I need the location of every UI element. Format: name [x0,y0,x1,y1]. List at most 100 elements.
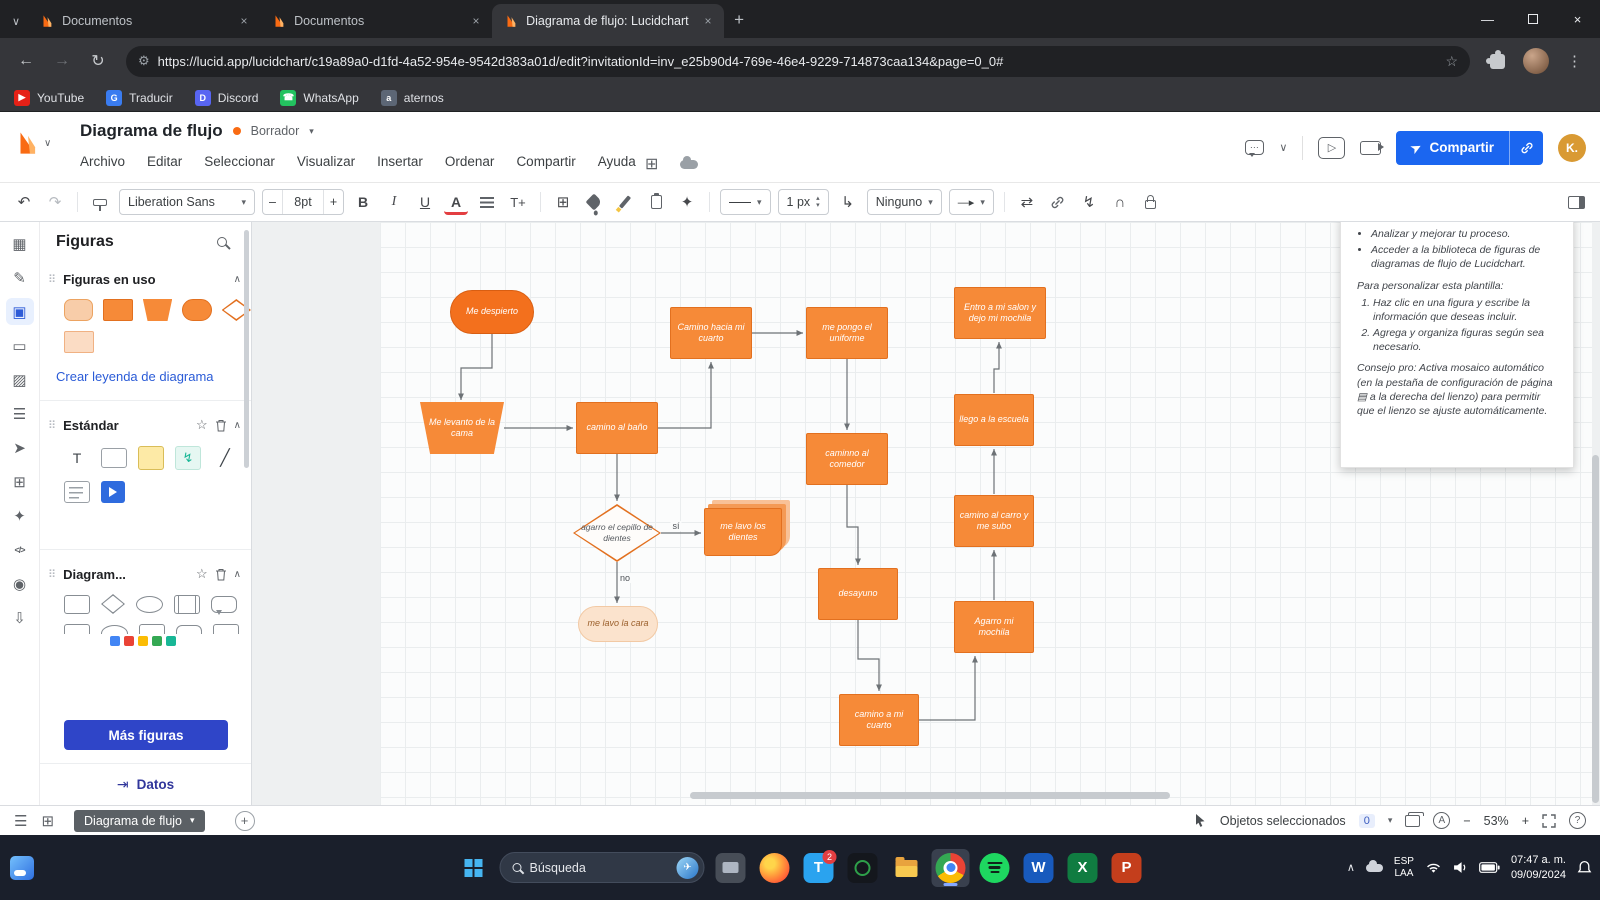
stroke-width-select[interactable]: 1 px ▴▾ [778,189,829,215]
page-list-icon[interactable]: ☰ [14,812,27,830]
language-indicator[interactable]: ESP LAA [1394,856,1414,880]
menu-insertar[interactable]: Insertar [377,154,423,169]
browser-profile-avatar[interactable] [1523,48,1549,74]
shapes-panel-scrollbar[interactable] [244,230,249,468]
menu-seleccionar[interactable]: Seleccionar [204,154,275,169]
shape-chip-rect-orange[interactable] [103,299,132,321]
search-shapes-icon[interactable] [217,237,227,247]
shape-o-rect[interactable] [139,624,165,634]
page-grid-icon[interactable]: ⊞ [41,812,54,830]
share-button[interactable]: ➤ Compartir [1396,131,1509,165]
powerpoint-icon[interactable]: P [1108,849,1146,887]
onedrive-icon[interactable] [1366,864,1383,872]
flow-node-n14[interactable]: llego a la escuela [954,394,1034,446]
section-diagrama-de-flujo[interactable]: ⠿ Diagram... ☆ ∧ [40,556,251,590]
video-icon[interactable] [1360,141,1381,155]
stroke-stepper[interactable]: ▴▾ [816,195,820,209]
zoom-out-button[interactable]: − [1463,814,1470,828]
canvas-hscrollbar[interactable] [690,792,1170,799]
shape-library-icon[interactable] [166,636,176,646]
bookmark-star-icon[interactable]: ☆ [1445,53,1458,70]
flow-node-n4[interactable]: Camino hacia mi cuarto [670,307,752,359]
ink-icon[interactable]: ✎ [6,264,34,291]
drag-handle-icon[interactable]: ⠿ [48,273,56,286]
copy-style-icon[interactable] [644,189,668,215]
shapes-icon[interactable]: ▣ [6,298,34,325]
clock[interactable]: 07:47 a. m. 09/09/2024 [1511,853,1566,882]
collapse-icon[interactable]: ∧ [234,569,241,580]
create-legend-link[interactable]: Crear leyenda de diagrama [40,359,251,394]
site-settings-icon[interactable]: ⚙ [138,53,150,69]
shape-o-rect[interactable] [64,595,90,614]
maximize-button[interactable] [1510,0,1555,38]
flow-node-n9[interactable]: me lavo la cara [578,606,658,642]
wifi-icon[interactable] [1425,861,1442,874]
shape-o-callout[interactable] [211,596,237,613]
firefox-icon[interactable] [756,849,794,887]
search-daily-image[interactable]: ✈ [677,857,699,879]
word-icon[interactable]: W [1020,849,1058,887]
frame-icon[interactable]: ▭ [6,332,34,359]
shape-tile-bolt[interactable]: ↯ [175,446,201,470]
shape-library-icon[interactable] [152,636,162,646]
shape-library-icon[interactable] [124,636,134,646]
font-size-increase[interactable]: + [323,190,343,214]
browser-tab[interactable]: Documentos× [260,4,492,38]
shape-tile-play[interactable] [101,481,125,503]
shape-chip-stadium[interactable] [182,299,211,321]
text-color-button[interactable]: A [444,189,468,215]
shape-chip-rect-tan[interactable] [64,331,94,353]
shape-o-rect[interactable] [213,624,239,634]
hidden-icons-chevron[interactable]: ∧ [1347,861,1355,874]
shape-library-icon[interactable] [110,636,120,646]
bookmark-discord[interactable]: DDiscord [195,90,259,106]
lucidchart-logo[interactable]: ∨ [14,130,51,156]
section-estandar[interactable]: ⠿ Estándar ☆ ∧ [40,407,251,441]
format-painter-icon[interactable] [88,189,112,215]
shape-chip-rounded-tan[interactable] [64,299,93,321]
menu-archivo[interactable]: Archivo [80,154,125,169]
explorer-icon[interactable] [888,849,926,887]
minimize-button[interactable]: — [1465,0,1510,38]
xbox-icon[interactable] [844,849,882,887]
right-panel-toggle-icon[interactable] [1564,189,1588,215]
arrow-end-select[interactable]: —▸ ▾ [949,189,994,215]
actions-icon[interactable]: ↯ [1077,189,1101,215]
line-style-select[interactable]: ▾ [720,189,771,215]
comments-caret-icon[interactable]: ∨ [1279,141,1287,154]
browser-tab[interactable]: Diagrama de flujo: Lucidchart× [492,4,724,38]
shape-chip-trap[interactable] [143,299,172,321]
close-button[interactable]: × [1555,0,1600,38]
collapse-icon[interactable]: ∧ [234,274,241,285]
url-bar[interactable]: ⚙ https://lucid.app/lucidchart/c19a89a0-… [126,46,1470,77]
volume-icon[interactable] [1453,861,1468,874]
flow-node-n3[interactable]: camino al baño [576,402,658,454]
reverse-connection-icon[interactable]: ⇄ [1015,189,1039,215]
undo-icon[interactable]: ↶ [12,189,36,215]
browser-menu-icon[interactable]: ⋮ [1561,52,1588,70]
drag-handle-icon[interactable]: ⠿ [48,419,56,432]
desktop-app-icon[interactable] [712,849,750,887]
shape-o-diamond[interactable] [101,594,125,614]
objects-caret-icon[interactable]: ▾ [1388,815,1393,826]
font-size-value[interactable]: 8pt [283,190,323,214]
copy-link-button[interactable] [1509,131,1543,165]
image-icon[interactable]: ▨ [6,366,34,393]
menu-compartir[interactable]: Compartir [516,154,575,169]
font-size-decrease[interactable]: – [263,190,283,214]
magnetize-icon[interactable]: ∩ [1108,189,1132,215]
zoom-level[interactable]: 53% [1484,814,1509,828]
flow-node-n1[interactable]: Me despierto [450,290,534,334]
reload-icon[interactable]: ↻ [84,51,112,71]
more-shapes-button[interactable]: Más figuras [64,720,228,750]
shadow-select[interactable]: Ninguno ▾ [867,189,942,215]
excel-icon[interactable]: X [1064,849,1102,887]
shape-tile-list[interactable] [64,481,90,503]
tab-close-icon[interactable]: × [700,13,716,29]
underline-button[interactable]: U [413,189,437,215]
add-frame-icon[interactable]: ⊞ [6,468,34,495]
redo-icon[interactable]: ↷ [43,189,67,215]
page-tab[interactable]: Diagrama de flujo ▾ [74,810,205,832]
flow-node-n10[interactable]: desayuno [818,568,898,620]
code-icon[interactable]: </> [6,536,34,563]
